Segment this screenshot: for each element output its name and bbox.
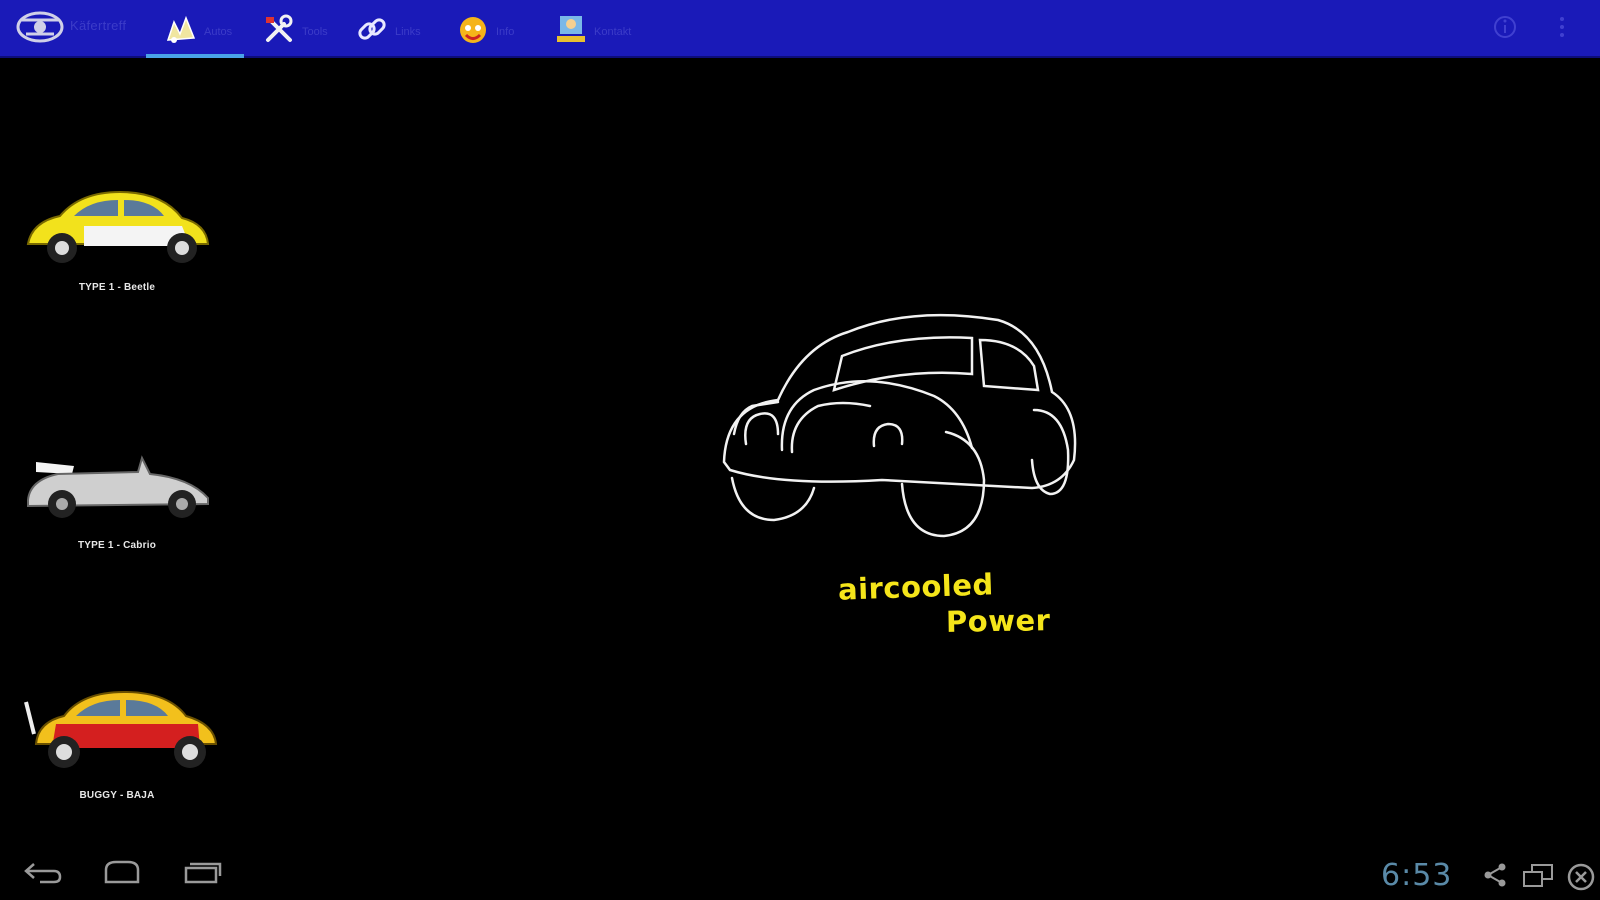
tab-label: Tools xyxy=(302,26,328,38)
app-logo-icon[interactable] xyxy=(14,6,66,48)
beetle-outline-icon xyxy=(722,313,1077,538)
tab-label: Links xyxy=(395,26,421,38)
tab-kontakt[interactable]: Kontakt xyxy=(554,4,634,58)
car-sketch-icon xyxy=(166,15,196,43)
slogan-line-2: Power xyxy=(945,603,1051,639)
tab-info[interactable]: Info xyxy=(456,4,536,58)
tab-label: Kontakt xyxy=(594,26,632,38)
link-icon xyxy=(358,18,386,40)
contact-icon xyxy=(557,16,585,42)
overflow-menu-icon[interactable] xyxy=(1556,14,1568,40)
tab-links[interactable]: Links xyxy=(355,4,435,58)
silver-cabrio-icon xyxy=(27,455,209,518)
car-caption: TYPE 1 - Beetle xyxy=(78,282,156,293)
home-icon[interactable] xyxy=(102,858,142,884)
tab-tools[interactable]: Tools xyxy=(262,4,342,58)
recent-apps-icon[interactable] xyxy=(182,858,222,884)
system-clock: 6:53 xyxy=(1381,858,1453,893)
slogan-line-1: aircooled xyxy=(837,567,995,607)
car-caption: TYPE 1 - Cabrio xyxy=(77,540,156,551)
close-icon[interactable] xyxy=(1566,862,1596,892)
window-icon[interactable] xyxy=(1522,862,1554,888)
tab-autos[interactable]: Autos xyxy=(146,4,244,58)
back-icon[interactable] xyxy=(24,858,62,884)
yellow-beetle-icon xyxy=(26,190,210,263)
tab-label: Info xyxy=(496,26,515,38)
action-bar: Käfertreff Autos Tools Links Info Kontak… xyxy=(0,0,1600,58)
fun-icon xyxy=(460,17,486,43)
share-icon[interactable] xyxy=(1482,862,1508,888)
app-title: Käfertreff xyxy=(70,18,127,33)
tab-selected-indicator xyxy=(146,54,244,58)
info-icon[interactable] xyxy=(1492,14,1518,40)
car-caption: BUGGY - BAJA xyxy=(79,790,155,801)
tab-label: Autos xyxy=(204,26,233,38)
tools-icon xyxy=(266,14,293,42)
baja-bug-icon xyxy=(24,690,218,768)
list-item-baja[interactable]: BUGGY - BAJA xyxy=(22,690,222,801)
list-item-beetle[interactable]: TYPE 1 - Beetle xyxy=(22,186,222,293)
list-item-cabrio[interactable]: TYPE 1 - Cabrio xyxy=(22,452,222,551)
